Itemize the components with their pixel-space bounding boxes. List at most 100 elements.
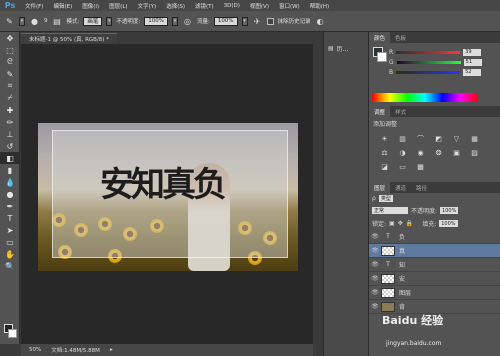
- overlay-text[interactable]: 安知真负: [100, 157, 227, 206]
- photo-filter-icon[interactable]: ◉: [415, 148, 426, 158]
- lasso-tool-icon[interactable]: ᘓ: [0, 56, 20, 68]
- tab-styles[interactable]: 样式: [390, 106, 411, 117]
- eraser-tool-icon[interactable]: ◧: [0, 152, 20, 164]
- layer-row[interactable]: 👁 图层: [369, 286, 500, 300]
- opacity-dropdown[interactable]: ▾: [171, 16, 178, 26]
- color-bg-swatch[interactable]: [377, 52, 387, 62]
- pressure-opacity-icon[interactable]: ◎: [182, 16, 193, 27]
- pressure-size-icon[interactable]: ◐: [315, 16, 326, 27]
- menu-type[interactable]: 文字(Y): [133, 2, 162, 10]
- layer-row[interactable]: 👁 T 负: [369, 230, 500, 244]
- layer-opacity-input[interactable]: 100%: [440, 207, 459, 214]
- menu-select[interactable]: 选择(S): [161, 2, 190, 10]
- eraser-icon[interactable]: ✎: [4, 16, 15, 27]
- channel-mixer-icon[interactable]: ❂: [433, 148, 444, 158]
- menu-layer[interactable]: 图层(L): [104, 2, 132, 10]
- gradient-tool-icon[interactable]: ▮: [0, 164, 20, 176]
- pen-tool-icon[interactable]: ✒: [0, 200, 20, 212]
- invert-icon[interactable]: ▣: [451, 148, 462, 158]
- clone-stamp-tool-icon[interactable]: ⊥: [0, 128, 20, 140]
- history-panel-button[interactable]: ▤ 历...: [328, 44, 364, 53]
- gradient-map-icon[interactable]: ▭: [397, 162, 408, 172]
- crop-tool-icon[interactable]: ⌗: [0, 80, 20, 92]
- marquee-tool-icon[interactable]: ⬚: [0, 44, 20, 56]
- mode-select[interactable]: 画笔: [83, 16, 103, 26]
- visibility-eye-icon[interactable]: 👁: [369, 247, 381, 254]
- menu-filter[interactable]: 滤镜(T): [190, 2, 219, 10]
- mode-dropdown[interactable]: ▾: [106, 16, 113, 26]
- document-tab[interactable]: 未标题-1 @ 50% (真, RGB/8) *: [21, 33, 117, 44]
- visibility-eye-icon[interactable]: 👁: [369, 261, 381, 268]
- menu-edit[interactable]: 编辑(E): [48, 2, 77, 10]
- menu-file[interactable]: 文件(F): [20, 2, 48, 10]
- zoom-level[interactable]: 50%: [29, 347, 41, 353]
- layer-kind-select[interactable]: 类型: [378, 195, 393, 202]
- brush-panel-icon[interactable]: ▤: [52, 16, 63, 27]
- visibility-eye-icon[interactable]: 👁: [369, 275, 381, 282]
- fill-input[interactable]: 100%: [439, 220, 458, 227]
- tab-swatches[interactable]: 色板: [390, 32, 411, 43]
- channel-g-slider[interactable]: [396, 60, 461, 64]
- channel-b-input[interactable]: 52: [463, 68, 482, 76]
- layer-row[interactable]: 👁 真: [369, 244, 500, 258]
- history-brush-tool-icon[interactable]: ↺: [0, 140, 20, 152]
- blend-mode-select[interactable]: 正常: [372, 207, 408, 214]
- channel-b-slider[interactable]: [396, 70, 461, 74]
- vibrance-icon[interactable]: ▽: [451, 134, 462, 144]
- layer-row[interactable]: 👁 T 知: [369, 258, 500, 272]
- posterize-icon[interactable]: ▨: [469, 148, 480, 158]
- menu-view[interactable]: 视图(V): [245, 2, 274, 10]
- healing-brush-tool-icon[interactable]: ✚: [0, 104, 20, 116]
- airbrush-icon[interactable]: ✈: [252, 16, 263, 27]
- menu-window[interactable]: 窗口(W): [274, 2, 305, 10]
- tab-adjustments[interactable]: 调整: [369, 106, 391, 117]
- path-select-tool-icon[interactable]: ➤: [0, 224, 20, 236]
- tab-channels[interactable]: 通道: [390, 182, 411, 193]
- levels-icon[interactable]: ▥: [397, 134, 408, 144]
- menu-image[interactable]: 图像(I): [77, 2, 104, 10]
- curves-icon[interactable]: ⌒: [415, 134, 426, 144]
- eyedropper-tool-icon[interactable]: ⌿: [0, 92, 20, 104]
- watermark-url: jingyan.baidu.com: [386, 340, 442, 347]
- tab-layers[interactable]: 图层: [369, 182, 391, 193]
- move-tool-icon[interactable]: ✥: [0, 32, 20, 44]
- threshold-icon[interactable]: ◪: [379, 162, 390, 172]
- bw-icon[interactable]: ◑: [397, 148, 408, 158]
- brightness-icon[interactable]: ☀: [379, 134, 390, 144]
- brush-tool-icon[interactable]: ✏: [0, 116, 20, 128]
- channel-g-input[interactable]: 51: [463, 58, 482, 66]
- menu-3d[interactable]: 3D(D): [219, 3, 245, 9]
- color-balance-icon[interactable]: ⚖: [379, 148, 390, 158]
- hsl-icon[interactable]: ▦: [469, 134, 480, 144]
- visibility-eye-icon[interactable]: 👁: [369, 289, 381, 296]
- exposure-icon[interactable]: ◩: [433, 134, 444, 144]
- opacity-input[interactable]: 100%: [144, 16, 168, 26]
- flow-input[interactable]: 100%: [213, 16, 238, 26]
- type-tool-icon[interactable]: T: [0, 212, 20, 224]
- lock-all-icon[interactable]: 🔒: [406, 220, 413, 227]
- channel-r-input[interactable]: 39: [463, 48, 482, 56]
- brush-size-icon[interactable]: ●: [29, 16, 40, 27]
- zoom-tool-icon[interactable]: 🔍: [0, 260, 20, 272]
- flow-dropdown[interactable]: ▾: [241, 16, 248, 26]
- erase-history-checkbox[interactable]: [266, 17, 274, 25]
- layer-row[interactable]: 👁 安: [369, 272, 500, 286]
- dodge-tool-icon[interactable]: ●: [0, 188, 20, 200]
- tab-color[interactable]: 颜色: [369, 32, 391, 43]
- lock-move-icon[interactable]: ✥: [398, 220, 403, 227]
- hand-tool-icon[interactable]: ✋: [0, 248, 20, 260]
- tool-preset-dropdown[interactable]: ▾: [19, 16, 25, 26]
- status-arrow-icon[interactable]: ▸: [110, 347, 113, 353]
- quick-select-tool-icon[interactable]: ✎: [0, 68, 20, 80]
- shape-tool-icon[interactable]: ▭: [0, 236, 20, 248]
- visibility-eye-icon[interactable]: 👁: [369, 233, 381, 240]
- color-spectrum-ramp[interactable]: [372, 93, 478, 102]
- tab-paths[interactable]: 路径: [411, 182, 432, 193]
- selective-color-icon[interactable]: ▩: [415, 162, 426, 172]
- lock-pixels-icon[interactable]: ▣: [389, 220, 395, 227]
- menu-help[interactable]: 帮助(H): [305, 2, 334, 10]
- blur-tool-icon[interactable]: 💧: [0, 176, 20, 188]
- background-color-swatch[interactable]: [8, 329, 17, 338]
- channel-r-slider[interactable]: [396, 50, 461, 54]
- visibility-eye-icon[interactable]: 👁: [369, 303, 381, 310]
